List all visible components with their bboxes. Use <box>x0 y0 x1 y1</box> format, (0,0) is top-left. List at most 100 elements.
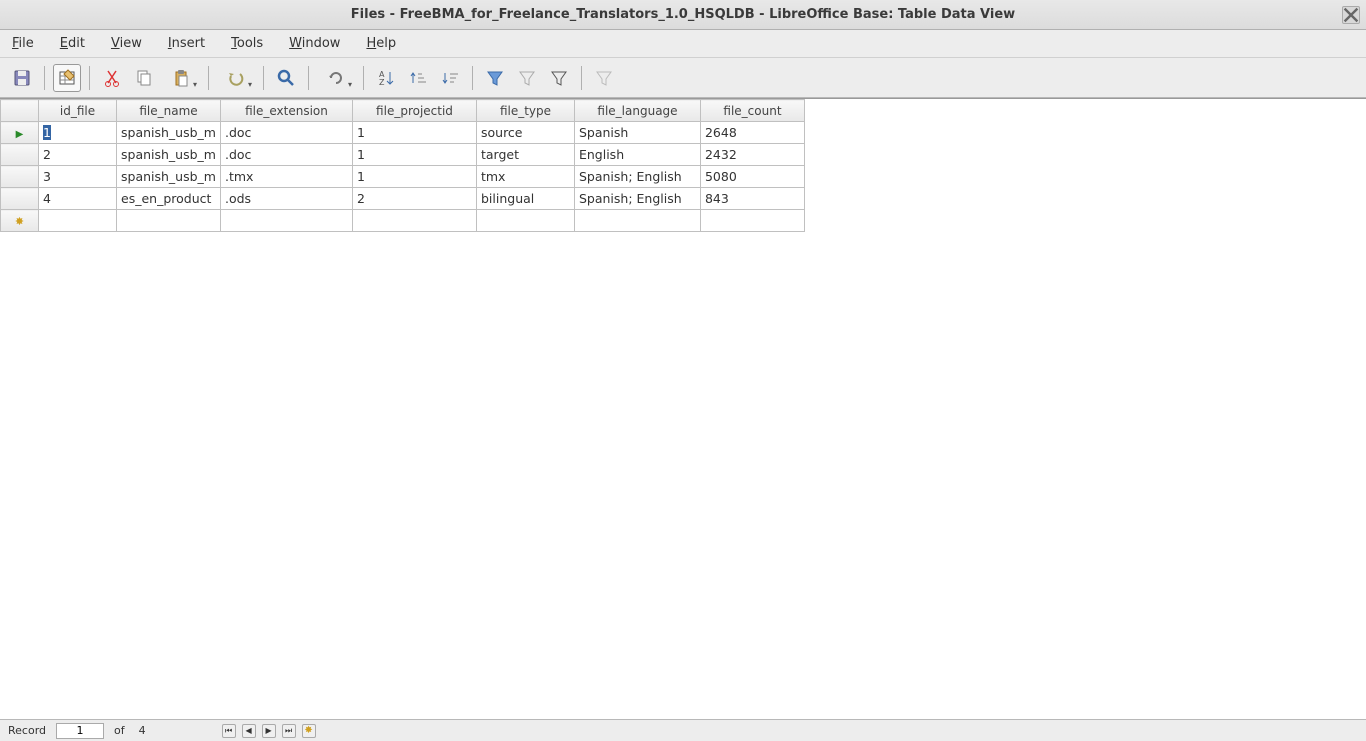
save-button[interactable] <box>8 64 36 92</box>
col-header-file-name[interactable]: file_name <box>117 100 221 122</box>
paste-button[interactable] <box>162 64 200 92</box>
cell-id-file[interactable]: 1 <box>39 122 117 144</box>
nav-new-record-button[interactable]: ✸ <box>302 724 316 738</box>
cell-file-count[interactable]: 2648 <box>700 122 804 144</box>
cell-file-projectid[interactable]: 2 <box>352 188 476 210</box>
cell-file-extension[interactable]: .doc <box>220 144 352 166</box>
nav-next-button[interactable]: ▶ <box>262 724 276 738</box>
cell-file-type[interactable]: target <box>476 144 574 166</box>
close-icon <box>1343 7 1359 23</box>
sort-button[interactable]: AZ <box>372 64 400 92</box>
statusbar: Record of 4 ⏮ ◀ ▶ ⏭ ✸ <box>0 719 1366 741</box>
cell-empty[interactable] <box>117 210 221 232</box>
row-marker-new[interactable]: ✸ <box>1 210 39 232</box>
copy-icon <box>134 68 154 88</box>
menu-help[interactable]: Help <box>362 33 400 54</box>
apply-filter-icon <box>517 68 537 88</box>
cell-file-count[interactable]: 5080 <box>700 166 804 188</box>
menu-view[interactable]: View <box>107 33 146 54</box>
toolbar-separator <box>363 66 364 90</box>
menubar: File Edit View Insert Tools Window Help <box>0 30 1366 58</box>
cell-file-count[interactable]: 2432 <box>700 144 804 166</box>
cell-file-extension[interactable]: .doc <box>220 122 352 144</box>
corner-header[interactable] <box>1 100 39 122</box>
window-close-button[interactable] <box>1342 6 1360 24</box>
cut-button[interactable] <box>98 64 126 92</box>
menu-insert[interactable]: Insert <box>164 33 209 54</box>
table-row[interactable]: 4 es_en_product .ods 2 bilingual Spanish… <box>1 188 805 210</box>
cell-file-count[interactable]: 843 <box>700 188 804 210</box>
current-row-icon: ▶ <box>16 129 24 140</box>
toolbar-separator <box>263 66 264 90</box>
menu-edit[interactable]: Edit <box>56 33 89 54</box>
toolbar-separator <box>308 66 309 90</box>
row-marker[interactable] <box>1 144 39 166</box>
table-row[interactable]: ▶ 1 spanish_usb_m .doc 1 source Spanish … <box>1 122 805 144</box>
row-marker[interactable] <box>1 166 39 188</box>
sort-icon: AZ <box>376 68 396 88</box>
cell-id-file[interactable]: 2 <box>39 144 117 166</box>
record-number-input[interactable] <box>56 723 104 739</box>
cell-file-type[interactable]: bilingual <box>476 188 574 210</box>
window-title: Files - FreeBMA_for_Freelance_Translator… <box>351 7 1015 22</box>
copy-button[interactable] <box>130 64 158 92</box>
cell-file-language[interactable]: English <box>574 144 700 166</box>
cell-empty[interactable] <box>574 210 700 232</box>
cell-empty[interactable] <box>700 210 804 232</box>
apply-filter-button[interactable] <box>513 64 541 92</box>
nav-prev-button[interactable]: ◀ <box>242 724 256 738</box>
undo-icon <box>226 68 246 88</box>
cell-id-file[interactable]: 3 <box>39 166 117 188</box>
col-header-id-file[interactable]: id_file <box>39 100 117 122</box>
cell-file-name[interactable]: spanish_usb_m <box>117 122 221 144</box>
row-marker[interactable] <box>1 188 39 210</box>
edit-data-button[interactable] <box>53 64 81 92</box>
paste-icon <box>171 68 191 88</box>
find-button[interactable] <box>272 64 300 92</box>
cell-empty[interactable] <box>352 210 476 232</box>
col-header-file-projectid[interactable]: file_projectid <box>352 100 476 122</box>
remove-filter-button[interactable] <box>590 64 618 92</box>
cell-empty[interactable] <box>220 210 352 232</box>
grid-scroll-area[interactable]: id_file file_name file_extension file_pr… <box>0 99 1366 719</box>
cell-file-projectid[interactable]: 1 <box>352 144 476 166</box>
col-header-file-extension[interactable]: file_extension <box>220 100 352 122</box>
toolbar-separator <box>89 66 90 90</box>
nav-first-button[interactable]: ⏮ <box>222 724 236 738</box>
col-header-file-language[interactable]: file_language <box>574 100 700 122</box>
refresh-button[interactable] <box>317 64 355 92</box>
menu-window[interactable]: Window <box>285 33 344 54</box>
standard-filter-button[interactable] <box>545 64 573 92</box>
new-record-row[interactable]: ✸ <box>1 210 805 232</box>
cell-file-projectid[interactable]: 1 <box>352 122 476 144</box>
table-row[interactable]: 2 spanish_usb_m .doc 1 target English 24… <box>1 144 805 166</box>
menu-file[interactable]: File <box>8 33 38 54</box>
table-row[interactable]: 3 spanish_usb_m .tmx 1 tmx Spanish; Engl… <box>1 166 805 188</box>
cell-file-projectid[interactable]: 1 <box>352 166 476 188</box>
cell-file-name[interactable]: es_en_product <box>117 188 221 210</box>
cell-file-language[interactable]: Spanish <box>574 122 700 144</box>
remove-filter-icon <box>594 68 614 88</box>
data-grid: id_file file_name file_extension file_pr… <box>0 99 805 232</box>
nav-last-button[interactable]: ⏭ <box>282 724 296 738</box>
new-record-icon: ✸ <box>15 215 24 228</box>
menu-tools[interactable]: Tools <box>227 33 267 54</box>
cell-id-file[interactable]: 4 <box>39 188 117 210</box>
cell-file-language[interactable]: Spanish; English <box>574 188 700 210</box>
cell-file-type[interactable]: tmx <box>476 166 574 188</box>
sort-desc-button[interactable] <box>436 64 464 92</box>
cell-file-extension[interactable]: .ods <box>220 188 352 210</box>
cell-file-extension[interactable]: .tmx <box>220 166 352 188</box>
cell-file-name[interactable]: spanish_usb_m <box>117 144 221 166</box>
autofilter-button[interactable] <box>481 64 509 92</box>
cell-file-type[interactable]: source <box>476 122 574 144</box>
sort-asc-button[interactable] <box>404 64 432 92</box>
col-header-file-type[interactable]: file_type <box>476 100 574 122</box>
undo-button[interactable] <box>217 64 255 92</box>
cell-file-name[interactable]: spanish_usb_m <box>117 166 221 188</box>
cell-file-language[interactable]: Spanish; English <box>574 166 700 188</box>
row-marker-current[interactable]: ▶ <box>1 122 39 144</box>
cell-empty[interactable] <box>476 210 574 232</box>
cell-empty[interactable] <box>39 210 117 232</box>
col-header-file-count[interactable]: file_count <box>700 100 804 122</box>
